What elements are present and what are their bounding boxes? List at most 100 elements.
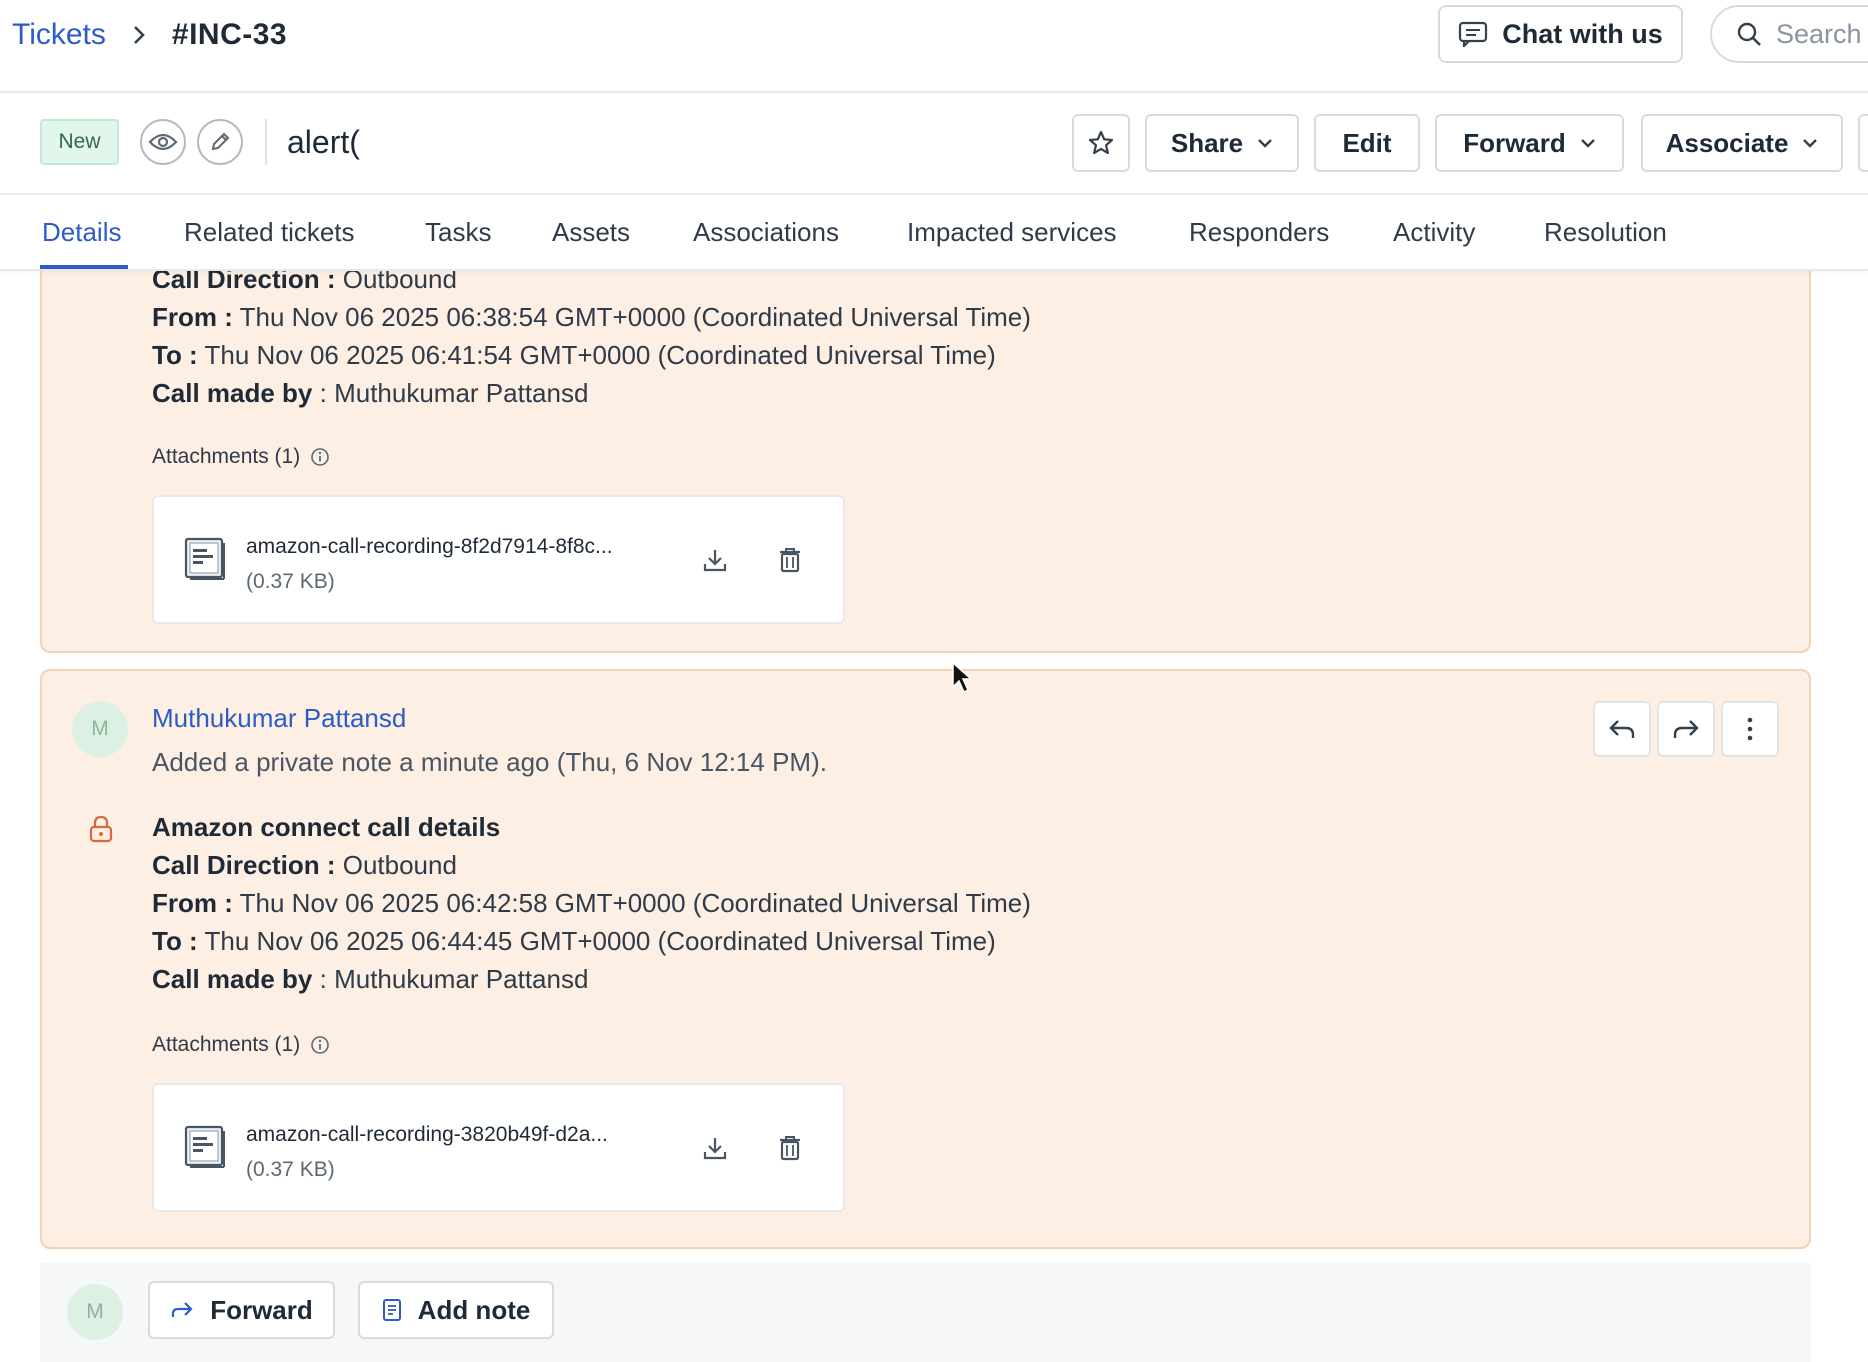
trash-icon[interactable]: [778, 547, 802, 573]
call-direction-label: Call Direction :: [152, 271, 336, 294]
info-icon[interactable]: [310, 1035, 330, 1055]
active-tab-indicator: [40, 265, 128, 269]
forward-label: Forward: [1463, 127, 1566, 158]
tab-activity[interactable]: Activity: [1393, 217, 1475, 248]
reply-button[interactable]: [1593, 701, 1651, 757]
search-icon: [1736, 21, 1762, 47]
share-button[interactable]: Share: [1145, 114, 1299, 172]
call-made-by-value: : Muthukumar Pattansd: [319, 378, 589, 408]
call-from-line: From : Thu Nov 06 2025 06:42:58 GMT+0000…: [152, 888, 1031, 919]
attachment-file-size: (0.37 KB): [246, 1158, 335, 1181]
file-icon: [184, 1125, 228, 1169]
attachments-label: Attachments (1): [152, 1033, 330, 1057]
share-label: Share: [1170, 127, 1244, 158]
add-note-button[interactable]: Add note: [358, 1281, 554, 1339]
trash-icon[interactable]: [778, 1135, 802, 1161]
note-title-text: Amazon connect call details: [152, 812, 501, 842]
top-bar: Tickets #INC-33 Chat with us Search: [0, 0, 1868, 93]
edit-label: Edit: [1342, 127, 1392, 158]
tab-responders[interactable]: Responders: [1189, 217, 1329, 248]
call-to-value: Thu Nov 06 2025 06:44:45 GMT+0000 (Coord…: [204, 926, 996, 956]
tab-impacted-services[interactable]: Impacted services: [907, 217, 1117, 248]
file-icon: [184, 537, 228, 581]
search-placeholder: Search: [1776, 18, 1862, 49]
forward-button[interactable]: Forward: [1435, 114, 1624, 172]
ticket-subject: alert(: [287, 123, 360, 160]
note-title: Amazon connect call details: [152, 812, 500, 843]
attachment-item: amazon-call-recording-3820b49f-d2a... (0…: [152, 1083, 845, 1212]
eye-icon: [148, 132, 178, 152]
call-from-value: Thu Nov 06 2025 06:42:58 GMT+0000 (Coord…: [239, 888, 1031, 918]
download-icon[interactable]: [702, 1135, 728, 1161]
tab-related-tickets[interactable]: Related tickets: [184, 217, 355, 248]
note-card: M Muthukumar Pattansd Added a private no…: [40, 669, 1811, 1249]
note-more-button[interactable]: [1721, 701, 1779, 757]
forward-note-button[interactable]: [1657, 701, 1715, 757]
associate-button[interactable]: Associate: [1641, 114, 1843, 172]
breadcrumb: Tickets #INC-33: [12, 14, 287, 56]
call-from-label: From :: [152, 302, 233, 332]
status-badge: New: [40, 119, 119, 165]
conversation-list: Call Direction : Outbound From : Thu Nov…: [0, 271, 1868, 1362]
reply-bar: M Forward Add note: [40, 1263, 1811, 1362]
favorite-button[interactable]: [1072, 114, 1130, 172]
call-made-by-value: : Muthukumar Pattansd: [319, 964, 589, 994]
tab-assets[interactable]: Assets: [552, 217, 630, 248]
call-from-value: Thu Nov 06 2025 06:38:54 GMT+0000 (Coord…: [239, 302, 1031, 332]
call-direction-value: Outbound: [342, 271, 457, 294]
call-made-by-label: Call made by: [152, 378, 313, 408]
call-direction-line: Call Direction : Outbound: [152, 271, 457, 295]
attachments-label: Attachments (1): [152, 445, 330, 469]
tab-tasks[interactable]: Tasks: [425, 217, 491, 248]
note-card: Call Direction : Outbound From : Thu Nov…: [40, 271, 1811, 653]
lock-icon: [88, 815, 114, 843]
edit-button[interactable]: Edit: [1314, 114, 1420, 172]
call-to-label: To :: [152, 340, 198, 370]
chevron-down-icon: [1257, 138, 1273, 148]
call-to-line: To : Thu Nov 06 2025 06:41:54 GMT+0000 (…: [152, 340, 996, 371]
call-direction-label: Call Direction :: [152, 850, 336, 880]
avatar: M: [67, 1284, 123, 1340]
attachment-file-size: (0.37 KB): [246, 570, 335, 593]
chevron-down-icon: [1580, 138, 1596, 148]
chat-with-us-label: Chat with us: [1502, 18, 1663, 49]
search-input[interactable]: Search: [1710, 5, 1868, 63]
note-author-link[interactable]: Muthukumar Pattansd: [152, 703, 406, 734]
attachments-count: Attachments (1): [152, 1033, 301, 1056]
ticket-tabs: Details Related tickets Tasks Assets Ass…: [0, 197, 1868, 271]
chat-icon: [1458, 21, 1488, 47]
download-icon[interactable]: [702, 547, 728, 573]
tab-details[interactable]: Details: [42, 217, 121, 248]
call-to-value: Thu Nov 06 2025 06:41:54 GMT+0000 (Coord…: [204, 340, 996, 370]
breadcrumb-tickets-link[interactable]: Tickets: [12, 18, 106, 52]
note-meta: Added a private note a minute ago (Thu, …: [152, 747, 827, 777]
forward-icon: [170, 1300, 194, 1320]
tab-resolution[interactable]: Resolution: [1544, 217, 1667, 248]
call-made-by-line: Call made by : Muthukumar Pattansd: [152, 378, 588, 409]
avatar: M: [72, 701, 128, 757]
call-direction-value: Outbound: [342, 850, 457, 880]
info-icon[interactable]: [310, 447, 330, 467]
header-divider: [265, 119, 267, 165]
more-actions-button[interactable]: [1858, 114, 1868, 172]
associate-label: Associate: [1665, 127, 1789, 158]
star-icon: [1087, 129, 1115, 157]
attachment-item: amazon-call-recording-8f2d7914-8f8c... (…: [152, 495, 845, 624]
breadcrumb-current: #INC-33: [171, 18, 288, 51]
tab-associations[interactable]: Associations: [693, 217, 839, 248]
call-from-label: From :: [152, 888, 233, 918]
attachment-file-name[interactable]: amazon-call-recording-8f2d7914-8f8c...: [246, 535, 613, 559]
forward-icon: [1672, 717, 1700, 741]
mouse-cursor-icon: [951, 661, 975, 695]
note-icon: [382, 1298, 402, 1322]
call-made-by-label: Call made by: [152, 964, 313, 994]
chevron-right-icon: [132, 24, 146, 46]
reply-forward-button[interactable]: Forward: [148, 1281, 335, 1339]
call-to-label: To :: [152, 926, 198, 956]
ticket-header: New alert( Share Edit Forward Associate: [0, 95, 1868, 195]
chat-with-us-button[interactable]: Chat with us: [1438, 5, 1683, 63]
call-made-by-line: Call made by : Muthukumar Pattansd: [152, 964, 588, 995]
watch-button[interactable]: [140, 119, 186, 165]
attachment-file-name[interactable]: amazon-call-recording-3820b49f-d2a...: [246, 1123, 608, 1147]
edit-subject-button[interactable]: [197, 119, 243, 165]
